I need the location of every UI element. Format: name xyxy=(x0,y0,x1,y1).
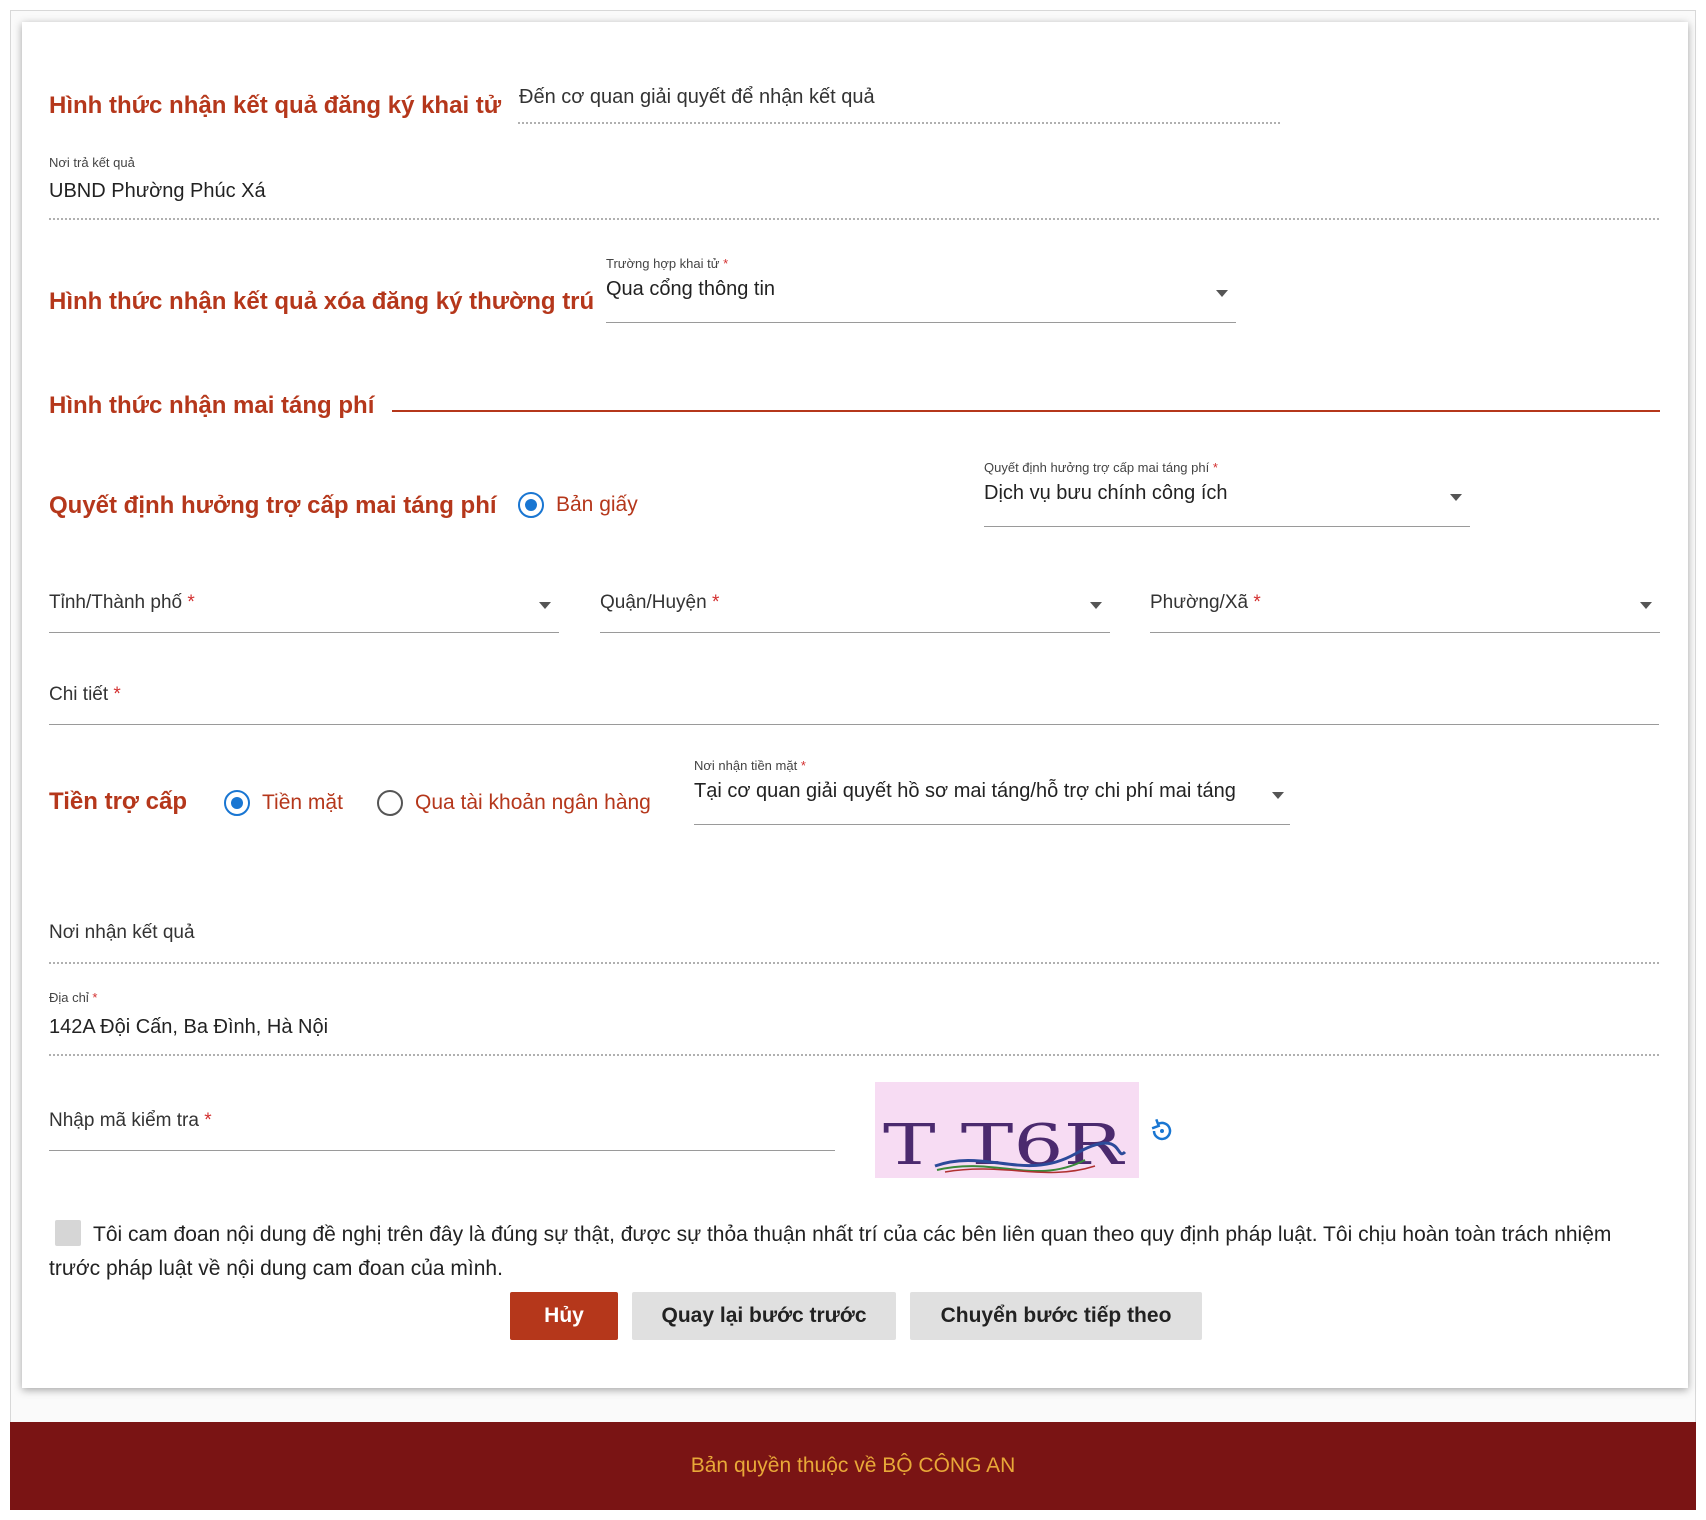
form-card: Hình thức nhận kết quả đăng ký khai tử Đ… xyxy=(22,22,1688,1388)
death-case-select[interactable]: Trường hợp khai tử * Qua cổng thông tin xyxy=(606,256,1236,324)
death-registration-result-value: Đến cơ quan giải quyết để nhận kết quả xyxy=(519,86,875,108)
copyright-text: Bản quyền thuộc về BỘ CÔNG AN xyxy=(690,1454,1016,1477)
divider xyxy=(49,962,1659,964)
radio-cash-label: Tiền mặt xyxy=(262,791,343,814)
district-select[interactable]: Quận/Huyện * xyxy=(600,592,1110,634)
field-underline xyxy=(1150,632,1660,633)
return-place-value: UBND Phường Phúc Xá xyxy=(49,180,266,202)
detail-input[interactable]: Chi tiết * xyxy=(49,684,1659,726)
result-place-label: Nơi nhận kết quả xyxy=(49,922,195,943)
captcha-label: Nhập mã kiểm tra * xyxy=(49,1110,212,1131)
decision-select-value: Dịch vụ bưu chính công ích xyxy=(984,482,1228,504)
field-underline xyxy=(984,526,1470,527)
funeral-allowance-section-title: Hình thức nhận mai táng phí xyxy=(49,392,375,419)
chevron-down-icon xyxy=(1450,494,1462,501)
chevron-down-icon xyxy=(1090,602,1102,609)
divider xyxy=(49,218,1659,220)
address-value: 142A Đội Cấn, Ba Đình, Hà Nội xyxy=(49,1016,329,1038)
footer: Bản quyền thuộc về BỘ CÔNG AN xyxy=(10,1422,1696,1510)
radio-bank[interactable] xyxy=(377,790,403,816)
cash-place-label: Nơi nhận tiền mặt * xyxy=(694,758,806,773)
divider xyxy=(49,1054,1659,1056)
cash-place-value: Tại cơ quan giải quyết hồ sơ mai táng/hỗ… xyxy=(694,780,1236,802)
death-case-select-value: Qua cổng thông tin xyxy=(606,278,776,300)
death-case-select-label: Trường hợp khai tử * xyxy=(606,256,729,271)
chevron-down-icon xyxy=(1216,290,1228,297)
radio-cash[interactable] xyxy=(224,790,250,816)
commitment-text: Tôi cam đoan nội dung đề nghị trên đây l… xyxy=(49,1223,1612,1280)
radio-cash-option[interactable]: Tiền mặt xyxy=(224,790,354,820)
captcha-input[interactable]: Nhập mã kiểm tra * xyxy=(49,1110,835,1152)
captcha-image: T T6R xyxy=(875,1082,1139,1178)
residence-removal-result-title: Hình thức nhận kết quả xóa đăng ký thườn… xyxy=(49,288,595,315)
return-place-label: Nơi trả kết quả xyxy=(49,155,135,170)
district-label: Quận/Huyện * xyxy=(600,592,720,613)
radio-paper-label: Bản giấy xyxy=(556,493,638,516)
ward-select[interactable]: Phường/Xã * xyxy=(1150,592,1660,634)
province-label: Tỉnh/Thành phố * xyxy=(49,592,195,613)
field-underline xyxy=(694,824,1290,825)
decision-delivery-select[interactable]: Quyết định hưởng trợ cấp mai táng phí * … xyxy=(984,460,1470,528)
cash-place-select[interactable]: Nơi nhận tiền mặt * Tại cơ quan giải quy… xyxy=(694,758,1290,826)
decision-title: Quyết định hưởng trợ cấp mai táng phí xyxy=(49,492,497,519)
field-underline xyxy=(49,632,559,633)
radio-paper[interactable] xyxy=(518,492,544,518)
divider xyxy=(518,122,1280,124)
cancel-button[interactable]: Hủy xyxy=(510,1292,618,1340)
chevron-down-icon xyxy=(539,602,551,609)
refresh-captcha-icon[interactable] xyxy=(1146,1116,1176,1146)
field-underline xyxy=(606,322,1236,323)
next-button[interactable]: Chuyển bước tiếp theo xyxy=(910,1292,1202,1340)
back-button[interactable]: Quay lại bước trước xyxy=(632,1292,896,1340)
address-label: Địa chỉ * xyxy=(49,990,98,1005)
radio-bank-label: Qua tài khoản ngân hàng xyxy=(415,791,651,814)
field-underline xyxy=(49,1150,835,1151)
decision-select-label: Quyết định hưởng trợ cấp mai táng phí * xyxy=(984,460,1218,475)
field-underline xyxy=(49,724,1659,725)
detail-label: Chi tiết * xyxy=(49,684,121,705)
allowance-title: Tiền trợ cấp xyxy=(49,788,187,815)
field-underline xyxy=(600,632,1110,633)
chevron-down-icon xyxy=(1640,602,1652,609)
death-registration-result-title: Hình thức nhận kết quả đăng ký khai tử xyxy=(49,92,502,119)
radio-bank-option[interactable]: Qua tài khoản ngân hàng xyxy=(377,790,667,820)
province-select[interactable]: Tỉnh/Thành phố * xyxy=(49,592,559,634)
radio-paper-option[interactable]: Bản giấy xyxy=(518,492,658,522)
section-divider-line xyxy=(392,410,1660,412)
chevron-down-icon xyxy=(1272,792,1284,799)
ward-label: Phường/Xã * xyxy=(1150,592,1261,613)
